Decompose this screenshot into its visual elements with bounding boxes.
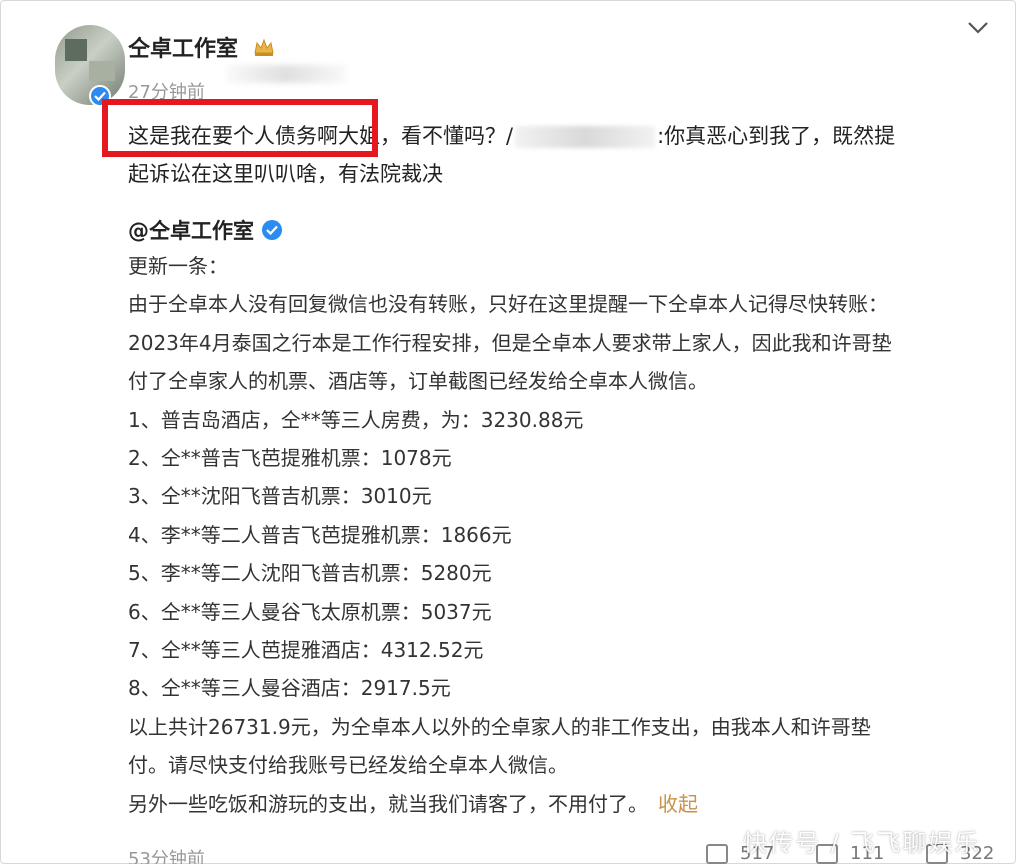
highlight-box (102, 99, 378, 157)
quoted-line: 更新一条： (128, 254, 228, 278)
crown-icon (254, 38, 274, 56)
quoted-line: 另外一些吃饭和游玩的支出，就当我们请客了，不用付了。 收起 (128, 785, 988, 823)
post-text-segment: 起诉讼在这里叭叭啥，有法院裁决 (128, 162, 443, 186)
author-name[interactable]: 仝卓工作室 (128, 31, 238, 63)
quoted-line: 6、仝**等三人曼谷飞太原机票：5037元 (128, 599, 492, 624)
quoted-line: 付了仝卓家人的机票、酒店等，订单截图已经发给仝卓本人微信。 (128, 369, 708, 394)
quoted-line: 7、仝**等三人芭提雅酒店：4312.52元 (128, 638, 484, 663)
redacted-area (226, 65, 346, 83)
post-text-segment: :你真恶心到我了，既然提 (657, 124, 896, 148)
avatar-pixel (89, 61, 115, 81)
quoted-line: 5、李**等二人沈阳飞普吉机票：5280元 (128, 561, 492, 586)
quoted-line: 付。请尽快支付给我账号已经发给仝卓本人微信。 (128, 753, 568, 778)
quoted-post: @仝卓工作室 更新一条： 由于仝卓本人没有回复微信也没有转账，只好在这里提醒一下… (128, 213, 988, 823)
watermark: 快传号 / 飞飞聊娱乐 (743, 829, 981, 857)
quoted-line: 2023年4月泰国之行本是工作行程安排，但是仝卓本人要求带上家人，因此我和许哥垫 (128, 330, 892, 355)
quoted-author[interactable]: @仝卓工作室 (128, 215, 254, 245)
weibo-post-card: 仝卓工作室 27分钟前 这是我在要个人债务啊大姐，看不懂吗？/:你真恶心到我了，… (0, 0, 1016, 864)
quoted-line: 由于仝卓本人没有回复微信也没有转账，只好在这里提醒一下仝卓本人记得尽快转账： (128, 292, 888, 317)
collapse-link[interactable]: 收起 (658, 792, 698, 816)
quoted-line: 4、李**等二人普吉飞芭提雅机票：1866元 (128, 522, 512, 547)
quoted-line: 3、仝**沈阳飞普吉机票：3010元 (128, 484, 432, 509)
verified-icon (262, 220, 282, 240)
repost-icon (706, 843, 728, 864)
redacted-username (515, 126, 656, 148)
quoted-post-time[interactable]: 53分钟前 (128, 845, 205, 864)
quoted-line: 以上共计26731.9元，为仝卓本人以外的仝卓家人的非工作支出，由我本人和许哥垫 (128, 714, 871, 739)
quoted-line: 2、仝**普吉飞芭提雅机票：1078元 (128, 446, 452, 471)
avatar-pixel (65, 39, 87, 61)
chevron-down-icon[interactable] (967, 21, 989, 35)
quoted-last-line: 另外一些吃饭和游玩的支出，就当我们请客了，不用付了。 (128, 791, 648, 816)
quoted-author-row: @仝卓工作室 (128, 213, 988, 247)
quoted-line: 8、仝**等三人曼谷酒店：2917.5元 (128, 676, 451, 701)
quoted-line: 1、普吉岛酒店，仝**等三人房费，为：3230.88元 (128, 407, 584, 432)
